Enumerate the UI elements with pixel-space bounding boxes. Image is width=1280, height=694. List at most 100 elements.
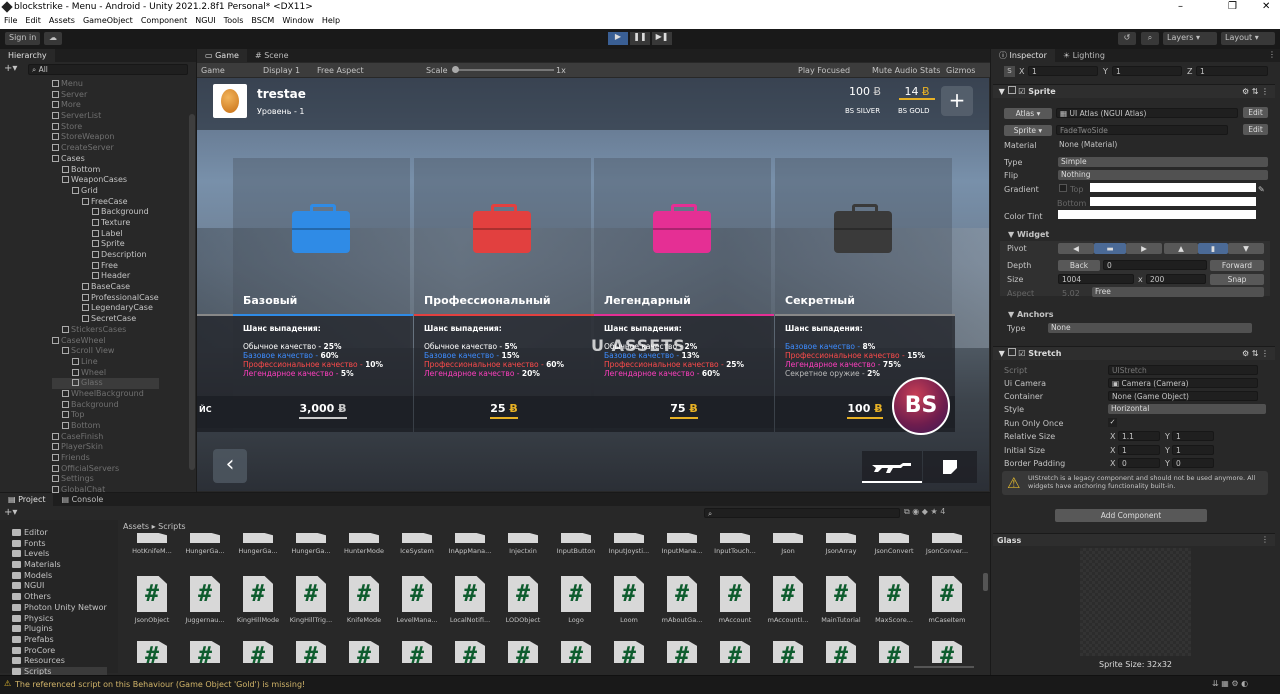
padding-x-input[interactable]: 0 <box>1118 458 1160 468</box>
csharp-script-icon[interactable]: # <box>455 641 485 663</box>
hierarchy-item[interactable]: Server <box>52 90 159 101</box>
stretch-component-header[interactable]: ▼ ☑ Stretch ⚙ ⇅ ⋮ <box>993 346 1275 360</box>
preview-menu-icon[interactable]: ⋮ <box>1261 535 1269 544</box>
menu-gameobject[interactable]: GameObject <box>79 15 137 29</box>
run-once-checkbox[interactable]: ✓ <box>1108 418 1117 427</box>
breadcrumb-assets[interactable]: Assets <box>123 522 149 531</box>
hierarchy-item[interactable]: Bottom <box>52 165 159 176</box>
pivot-bottom-button[interactable]: ▼ <box>1228 243 1264 254</box>
add-currency-button[interactable]: + <box>941 86 973 116</box>
hierarchy-item[interactable]: Friends <box>52 453 159 464</box>
hierarchy-item[interactable]: StoreWeapon <box>52 132 159 143</box>
add-icon[interactable]: +▾ <box>4 63 17 74</box>
script-asset[interactable]: # InputJoysti... <box>603 533 655 555</box>
anchors-header[interactable]: ▼ Anchors <box>1008 310 1053 319</box>
menu-ngui[interactable]: NGUI <box>191 15 219 29</box>
script-asset[interactable]: # HunterMode <box>338 533 390 555</box>
hierarchy-item[interactable]: Menu <box>52 79 159 90</box>
game-view[interactable]: trestae Уровень - 1 100 Ƀ BS SILVER 14 Ƀ… <box>197 78 989 491</box>
widget-header[interactable]: ▼ Widget <box>1008 230 1049 239</box>
pivot-top-button[interactable]: ▲ <box>1164 243 1198 254</box>
mute-audio-toggle[interactable]: Mute Audio <box>872 66 917 75</box>
hierarchy-item[interactable]: Background <box>52 400 159 411</box>
hierarchy-item[interactable]: Label <box>52 229 159 240</box>
sprite-component-header[interactable]: ▼ ☑ Sprite ⚙ ⇅ ⋮ <box>993 84 1275 98</box>
script-asset[interactable]: # Loom <box>603 576 655 624</box>
csharp-script-icon[interactable]: # <box>402 641 432 663</box>
layout-dropdown[interactable]: Layout ▾ <box>1221 32 1275 45</box>
player-avatar[interactable] <box>213 84 247 118</box>
csharp-script-icon[interactable]: # <box>879 641 909 663</box>
menu-component[interactable]: Component <box>137 15 191 29</box>
folder-item[interactable]: Resources <box>12 656 107 667</box>
minimize-icon[interactable]: – <box>1178 1 1183 12</box>
hierarchy-item[interactable]: Header <box>52 271 159 282</box>
folder-item[interactable]: Fonts <box>12 539 107 550</box>
script-asset[interactable]: # LocalNotifi... <box>444 576 496 624</box>
hierarchy-item[interactable]: CreateServer <box>52 143 159 154</box>
script-asset[interactable]: # HungerGa... <box>232 533 284 555</box>
script-asset[interactable]: # InputButton <box>550 533 602 555</box>
folder-item[interactable]: Levels <box>12 549 107 560</box>
folder-item[interactable]: ProCore <box>12 646 107 657</box>
depth-back-button[interactable]: Back <box>1058 260 1100 271</box>
tab-project[interactable]: ▤ Project <box>0 493 54 506</box>
script-asset[interactable]: # Json <box>762 533 814 555</box>
hierarchy-item[interactable]: Wheel <box>52 368 159 379</box>
container-field[interactable]: None (Game Object) <box>1108 391 1258 401</box>
hierarchy-item[interactable]: SecretCase <box>52 314 159 325</box>
stretch-menu-icon[interactable]: ⚙ ⇅ ⋮ <box>1242 347 1269 361</box>
atlas-edit-button[interactable]: Edit <box>1243 107 1268 118</box>
color-tint-field[interactable] <box>1058 210 1256 219</box>
script-asset[interactable]: # mAboutGa... <box>656 576 708 624</box>
menu-tools[interactable]: Tools <box>220 15 248 29</box>
script-asset[interactable]: # InAppMana... <box>444 533 496 555</box>
type-dropdown[interactable]: Simple <box>1058 157 1268 167</box>
tab-hierarchy[interactable]: Hierarchy <box>0 49 55 62</box>
hierarchy-item[interactable]: BaseCase <box>52 282 159 293</box>
maximize-icon[interactable]: ❐ <box>1228 1 1237 12</box>
script-asset[interactable]: # HotKnifeM... <box>126 533 178 555</box>
menu-edit[interactable]: Edit <box>21 15 45 29</box>
hierarchy-item[interactable]: ServerList <box>52 111 159 122</box>
hierarchy-item[interactable]: ProfessionalCase <box>52 293 159 304</box>
pivot-middle-button[interactable]: ▮ <box>1198 243 1228 254</box>
snap-button[interactable]: Snap <box>1210 274 1264 285</box>
folder-item[interactable]: Editor <box>12 528 107 539</box>
scale-slider-handle[interactable] <box>452 66 459 73</box>
sticker-cases-tab[interactable] <box>923 451 977 483</box>
back-button[interactable]: ‹ <box>213 449 247 483</box>
script-asset[interactable]: # JsonObject <box>126 576 178 624</box>
sign-in-button[interactable]: Sign in <box>5 32 41 45</box>
stats-toggle[interactable]: Stats <box>920 66 940 75</box>
sprite-button[interactable]: Sprite ▾ <box>1004 125 1052 136</box>
hierarchy-item[interactable]: Scroll View <box>52 346 159 357</box>
csharp-script-icon[interactable]: # <box>720 641 750 663</box>
add-component-button[interactable]: Add Component <box>1055 509 1207 522</box>
play-button[interactable]: ▶ <box>608 32 628 45</box>
hierarchy-item[interactable]: CaseWheel <box>52 336 159 347</box>
material-field[interactable]: None (Material) <box>1056 140 1268 150</box>
csharp-script-icon[interactable]: # <box>243 641 273 663</box>
gizmos-dropdown[interactable]: Gizmos <box>946 66 975 75</box>
hierarchy-item[interactable]: Texture <box>52 218 159 229</box>
initial-x-input[interactable]: 1 <box>1118 445 1160 455</box>
menu-window[interactable]: Window <box>278 15 318 29</box>
hierarchy-search-input[interactable]: ⌕ All <box>28 64 188 75</box>
flip-dropdown[interactable]: Nothing <box>1058 170 1268 180</box>
folder-item[interactable]: Prefabs <box>12 635 107 646</box>
hierarchy-item[interactable]: CaseFinish <box>52 432 159 443</box>
hierarchy-scrollbar[interactable] <box>189 114 195 470</box>
script-asset[interactable]: # mCaseItem <box>921 576 973 624</box>
pivot-center-button[interactable]: ▬ <box>1094 243 1126 254</box>
hierarchy-item[interactable]: WheelBackground <box>52 389 159 400</box>
hierarchy-item[interactable]: Settings <box>52 474 159 485</box>
eyedropper-icon[interactable]: ✎ <box>1258 185 1265 194</box>
pause-button[interactable]: ❚❚ <box>630 32 650 45</box>
gradient-checkbox[interactable] <box>1059 184 1067 192</box>
script-asset[interactable]: # LODObject <box>497 576 549 624</box>
folder-item[interactable]: NGUI <box>12 581 107 592</box>
folder-item[interactable]: Photon Unity Networ <box>12 603 107 614</box>
atlas-button[interactable]: Atlas ▾ <box>1004 108 1052 119</box>
status-icons[interactable]: ⇊ ▦ ⚙ ◐ <box>1212 679 1248 688</box>
